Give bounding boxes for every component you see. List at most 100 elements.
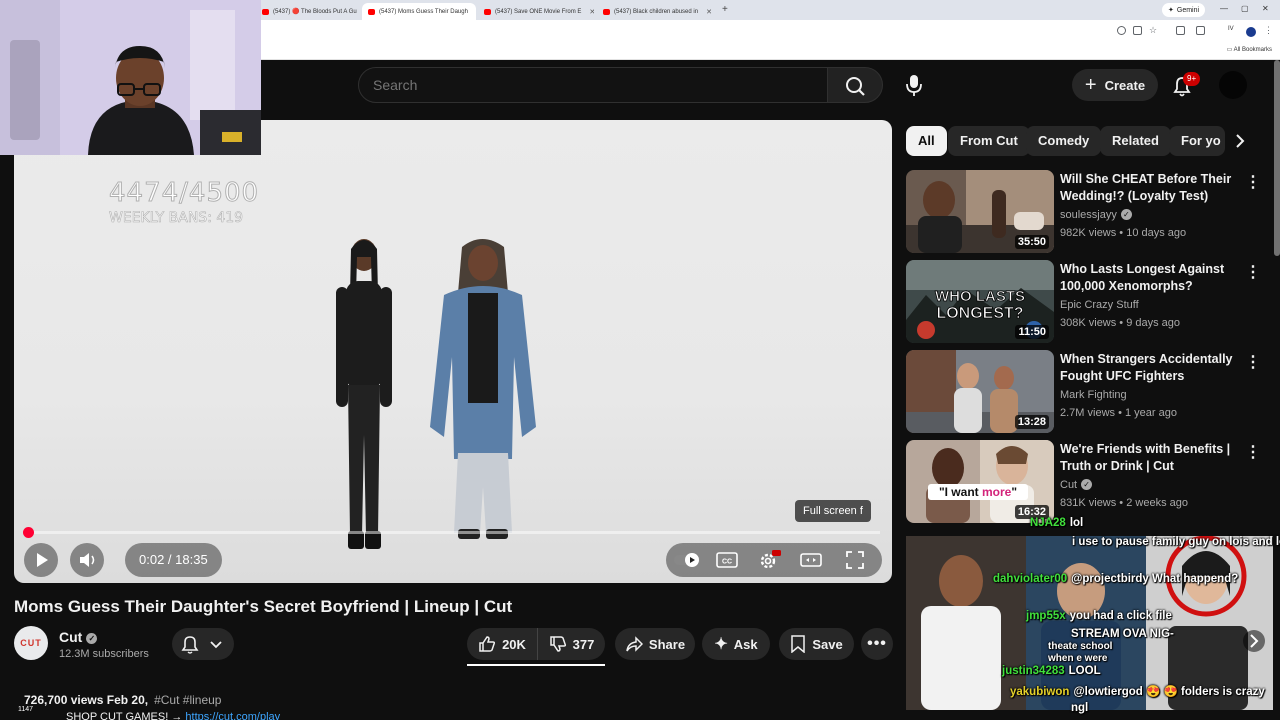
chip-from-cut[interactable]: From Cut [948,126,1030,156]
volume-button[interactable] [70,543,104,577]
recommendation-channel[interactable]: Mark Fighting [1060,389,1127,401]
video-thumbnail[interactable]: WHO LASTS LONGEST? 11:50 [906,260,1054,343]
recommendation-title[interactable]: Will She CHEAT Before Their Wedding!? (L… [1060,171,1240,205]
svg-text:CC: CC [722,559,732,566]
recommendation-item[interactable]: WHO LASTS LONGEST? 11:50 Who Lasts Longe… [906,260,1266,344]
youtube-favicon-icon [262,8,269,15]
gemini-button[interactable]: ✦ Gemini [1162,3,1206,17]
settings-button[interactable] [752,543,786,577]
chip-comedy[interactable]: Comedy [1026,126,1102,156]
chip-related[interactable]: Related [1100,126,1171,156]
captions-button[interactable]: CC [710,543,744,577]
browser-tab-active[interactable]: (5437) Moms Guess Their Daugh ✕ [362,3,476,20]
video-tags[interactable]: #Cut #lineup [154,693,221,707]
chip-for-you[interactable]: For yo [1169,126,1225,156]
recommendation-channel[interactable]: Cut ✓ [1060,479,1093,491]
thumbs-down-icon [549,636,566,652]
chat-message: justin34283 LOOL [1002,665,1101,677]
captions-icon: CC [716,552,738,568]
sparkle-icon: ✦ [714,636,728,653]
channel-name[interactable]: Cut ✓ [59,629,98,645]
browser-tab[interactable]: (5437) Save ONE Movie From E ✕ [478,3,594,20]
chat-message: i use to pause family guy on lois and lo… [1072,536,1280,548]
microphone-icon [906,75,922,96]
all-bookmarks[interactable]: ▭ All Bookmarks [1227,46,1272,53]
zoom-icon[interactable] [1117,26,1126,35]
stream-viewer-count: 1147 [18,706,34,713]
search-input[interactable] [373,77,793,93]
tab-label: (5437) 🔴 The Bloods Put A Gu [273,9,357,15]
close-tab-icon[interactable]: ✕ [706,8,712,16]
play-button[interactable] [24,543,58,577]
menu-icon[interactable]: ⋮ [1264,26,1273,35]
recommendation-title[interactable]: Who Lasts Longest Against 100,000 Xenomo… [1060,261,1240,295]
scrubber-handle[interactable] [22,527,34,538]
extensions-icon[interactable] [1176,26,1185,35]
chat-message: yakubiwon @lowtiergod 😍 😍 folders is craz… [1010,686,1265,698]
theater-mode-button[interactable] [794,543,828,577]
fullscreen-tooltip: Full screen f [795,500,871,522]
recommendation-channel[interactable]: Epic Crazy Stuff [1060,299,1139,311]
browser-tab[interactable]: (5437) Black children abused in ✕ [597,3,719,20]
minimize-icon[interactable]: — [1220,4,1228,13]
star-icon[interactable]: ☆ [1149,26,1158,35]
cast-icon[interactable] [1133,26,1142,35]
verified-check-icon: ✓ [1120,209,1132,220]
recommendation-title[interactable]: We're Friends with Benefits | Truth or D… [1060,441,1240,475]
save-button[interactable]: Save [779,628,854,660]
recommendation-item[interactable]: "I want more" 16:32 We're Friends with B… [906,440,1266,524]
close-tab-icon[interactable]: ✕ [589,8,594,16]
extension-icon[interactable]: IV [1228,26,1237,35]
player-controls-right: CC [666,543,882,577]
video-meta: 726,700 views Feb 20, #Cut #lineup [24,693,222,707]
voice-search-button[interactable] [896,67,932,103]
more-options-icon[interactable]: ⋮ [1245,353,1261,373]
page-scrollbar[interactable] [1274,60,1280,256]
chip-all[interactable]: All [906,126,947,156]
like-button[interactable]: 20K [467,628,537,660]
browser-tab[interactable]: (5437) 🔴 The Bloods Put A Gu ✕ [256,3,360,20]
close-window-icon[interactable]: ✕ [1262,4,1269,13]
share-icon [626,636,643,652]
video-thumbnail[interactable]: 35:50 [906,170,1054,253]
recommendation-item[interactable]: 35:50 Will She CHEAT Before Their Weddin… [906,170,1266,254]
webcam-image [0,0,261,155]
recommendation-channel[interactable]: soulessjayy ✓ [1060,209,1132,221]
recommendation-title[interactable]: When Strangers Accidentally Fought UFC F… [1060,351,1240,385]
more-horizontal-icon: ••• [867,635,887,652]
search-button[interactable] [827,67,883,103]
verified-check-icon: ✓ [86,633,98,644]
video-thumbnail[interactable]: 13:28 [906,350,1054,433]
more-actions-button[interactable]: ••• [861,628,893,660]
channel-avatar[interactable]: CUT [14,626,48,660]
recommendation-item[interactable]: 13:28 When Strangers Accidentally Fought… [906,350,1266,434]
ask-button[interactable]: ✦ Ask [702,628,770,660]
new-tab-icon[interactable]: + [722,4,728,15]
volume-icon [80,553,95,567]
video-thumbnail[interactable]: "I want more" 16:32 [906,440,1054,523]
fullscreen-button[interactable] [838,543,872,577]
maximize-icon[interactable]: ▢ [1241,4,1249,13]
subscription-bell-button[interactable] [172,628,234,660]
video-player[interactable]: 4474/4500 WEEKLY BANS: 419 Full screen f… [14,120,892,583]
more-options-icon[interactable]: ⋮ [1245,443,1261,463]
chips-next-button[interactable] [1225,126,1255,156]
account-avatar[interactable] [1219,71,1247,99]
create-button[interactable]: + Create [1072,69,1158,101]
notification-badge: 9+ [1183,72,1201,86]
more-options-icon[interactable]: ⋮ [1245,263,1261,283]
autoplay-toggle[interactable] [666,543,710,577]
chat-message: theate school [1048,641,1113,652]
description-line: SHOP CUT GAMES! → https://cut.com/play [66,711,280,720]
play-icon [37,553,48,567]
share-button[interactable]: Share [615,628,695,660]
more-options-icon[interactable]: ⋮ [1245,173,1261,193]
profile-avatar[interactable] [1246,27,1256,37]
progress-bar[interactable] [22,527,880,538]
sidebar-icon[interactable] [1196,26,1205,35]
thumbs-up-icon [479,636,496,652]
search-box [358,67,828,103]
dislike-button[interactable]: 377 [537,628,605,660]
svg-text:LONGEST?: LONGEST? [936,305,1023,322]
shop-link[interactable]: https://cut.com/play [185,711,280,720]
